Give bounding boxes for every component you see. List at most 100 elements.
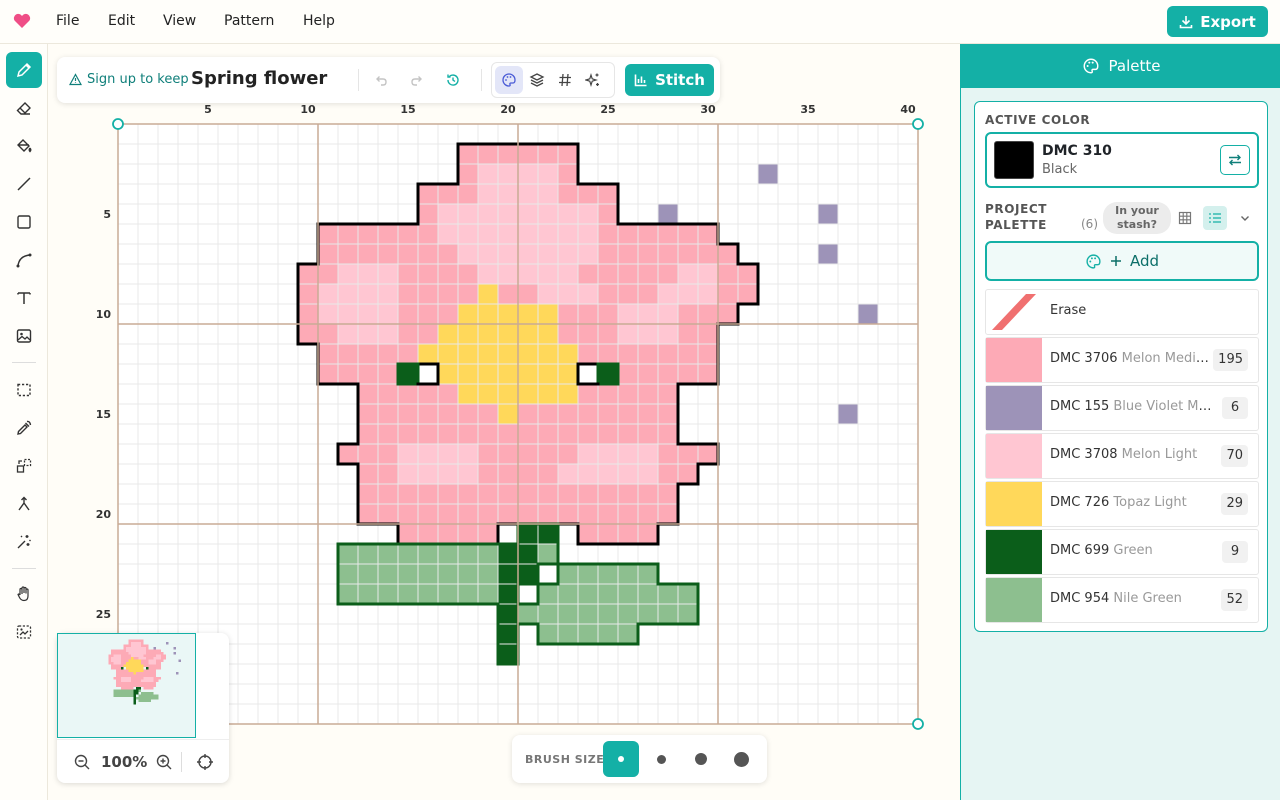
stitch-cell[interactable] xyxy=(678,604,698,624)
stitch-cell[interactable] xyxy=(658,444,678,464)
stitch-cell[interactable] xyxy=(378,284,398,304)
stitch-cell[interactable] xyxy=(598,584,618,604)
stitch-cell[interactable] xyxy=(818,204,838,224)
stitch-cell[interactable] xyxy=(598,504,618,524)
stitch-cell[interactable] xyxy=(478,144,498,164)
stitch-cell[interactable] xyxy=(538,504,558,524)
stitch-cell[interactable] xyxy=(518,464,538,484)
stitch-cell[interactable] xyxy=(578,284,598,304)
stitch-cell[interactable] xyxy=(578,604,598,624)
stitch-cell[interactable] xyxy=(398,324,418,344)
stitch-cell[interactable] xyxy=(458,384,478,404)
export-button[interactable]: Export xyxy=(1167,6,1268,37)
stitch-cell[interactable] xyxy=(538,244,558,264)
stitch-cell[interactable] xyxy=(598,484,618,504)
stitch-cell[interactable] xyxy=(598,204,618,224)
stitch-cell[interactable] xyxy=(538,544,558,564)
stitch-cell[interactable] xyxy=(318,244,338,264)
stitch-cell[interactable] xyxy=(538,464,558,484)
stitch-cell[interactable] xyxy=(618,564,638,584)
stitch-cell[interactable] xyxy=(738,264,758,284)
stitch-cell[interactable] xyxy=(498,144,518,164)
stitch-cell[interactable] xyxy=(478,544,498,564)
stitch-cell[interactable] xyxy=(618,384,638,404)
stitch-cell[interactable] xyxy=(658,504,678,524)
stitch-cell[interactable] xyxy=(378,224,398,244)
stitch-cell[interactable] xyxy=(458,284,478,304)
stitch-cell[interactable] xyxy=(638,564,658,584)
palette-color-row[interactable]: DMC 155 Blue Violet Medi… 6 xyxy=(985,385,1259,431)
stitch-cell[interactable] xyxy=(618,264,638,284)
stitch-cell[interactable] xyxy=(418,224,438,244)
stitch-cell[interactable] xyxy=(558,444,578,464)
stitch-cell[interactable] xyxy=(638,304,658,324)
stitch-cell[interactable] xyxy=(518,564,538,584)
stitch-cell[interactable] xyxy=(498,244,518,264)
active-color-box[interactable]: DMC 310 Black xyxy=(985,132,1259,188)
stitch-cell[interactable] xyxy=(418,504,438,524)
stitch-cell[interactable] xyxy=(398,444,418,464)
stitch-cell[interactable] xyxy=(578,304,598,324)
stitch-cell[interactable] xyxy=(498,564,518,584)
stitch-cell[interactable] xyxy=(518,444,538,464)
stitch-cell[interactable] xyxy=(378,544,398,564)
stitch-cell[interactable] xyxy=(558,424,578,444)
stitch-cell[interactable] xyxy=(438,584,458,604)
stitch-cell[interactable] xyxy=(558,584,578,604)
stitch-cell[interactable] xyxy=(378,424,398,444)
stitch-cell[interactable] xyxy=(458,144,478,164)
stitch-cell[interactable] xyxy=(558,344,578,364)
stitch-cell[interactable] xyxy=(578,504,598,524)
stitch-cell[interactable] xyxy=(338,444,358,464)
stitch-cell[interactable] xyxy=(698,444,718,464)
stitch-cell[interactable] xyxy=(678,364,698,384)
stitch-cell[interactable] xyxy=(698,284,718,304)
stitch-cell[interactable] xyxy=(358,544,378,564)
stitch-cell[interactable] xyxy=(518,604,538,624)
stitch-cell[interactable] xyxy=(478,464,498,484)
stitch-cell[interactable] xyxy=(418,444,438,464)
stitch-cell[interactable] xyxy=(478,264,498,284)
stitch-cell[interactable] xyxy=(538,364,558,384)
stitch-cell[interactable] xyxy=(398,564,418,584)
stitch-cell[interactable] xyxy=(358,364,378,384)
stitch-cell[interactable] xyxy=(638,464,658,484)
stitch-cell[interactable] xyxy=(538,284,558,304)
stitch-cell[interactable] xyxy=(378,384,398,404)
stitch-cell[interactable] xyxy=(558,324,578,344)
stitch-cell[interactable] xyxy=(438,184,458,204)
palette-color-row[interactable]: DMC 954 Nile Green 52 xyxy=(985,577,1259,623)
stitch-cell[interactable] xyxy=(598,564,618,584)
stitch-cell[interactable] xyxy=(458,444,478,464)
stitch-cell[interactable] xyxy=(438,424,458,444)
stitch-cell[interactable] xyxy=(438,344,458,364)
stitch-cell[interactable] xyxy=(718,304,738,324)
stitch-cell[interactable] xyxy=(618,304,638,324)
list-layout-toggle[interactable] xyxy=(1203,206,1227,230)
stitch-cell[interactable] xyxy=(498,364,518,384)
zoom-in-button[interactable] xyxy=(153,751,175,773)
stitch-cell[interactable] xyxy=(338,364,358,384)
stitch-cell[interactable] xyxy=(538,224,558,244)
stitch-cell[interactable] xyxy=(858,304,878,324)
stitch-cell[interactable] xyxy=(438,324,458,344)
stitch-cell[interactable] xyxy=(618,424,638,444)
stitch-cell[interactable] xyxy=(838,404,858,424)
stitch-cell[interactable] xyxy=(358,284,378,304)
stitch-cell[interactable] xyxy=(518,524,538,544)
stitch-cell[interactable] xyxy=(578,324,598,344)
stitch-cell[interactable] xyxy=(638,504,658,524)
stitch-cell[interactable] xyxy=(358,464,378,484)
stitch-cell[interactable] xyxy=(438,524,458,544)
resize-handle[interactable] xyxy=(112,118,124,130)
stitch-cell[interactable] xyxy=(478,284,498,304)
stitch-cell[interactable] xyxy=(598,324,618,344)
stitch-cell[interactable] xyxy=(538,524,558,544)
stitch-cell[interactable] xyxy=(458,344,478,364)
stitch-cell[interactable] xyxy=(618,504,638,524)
stitch-cell[interactable] xyxy=(538,584,558,604)
stitch-cell[interactable] xyxy=(398,284,418,304)
stitch-cell[interactable] xyxy=(618,324,638,344)
stitch-cell[interactable] xyxy=(418,524,438,544)
stitch-cell[interactable] xyxy=(298,284,318,304)
